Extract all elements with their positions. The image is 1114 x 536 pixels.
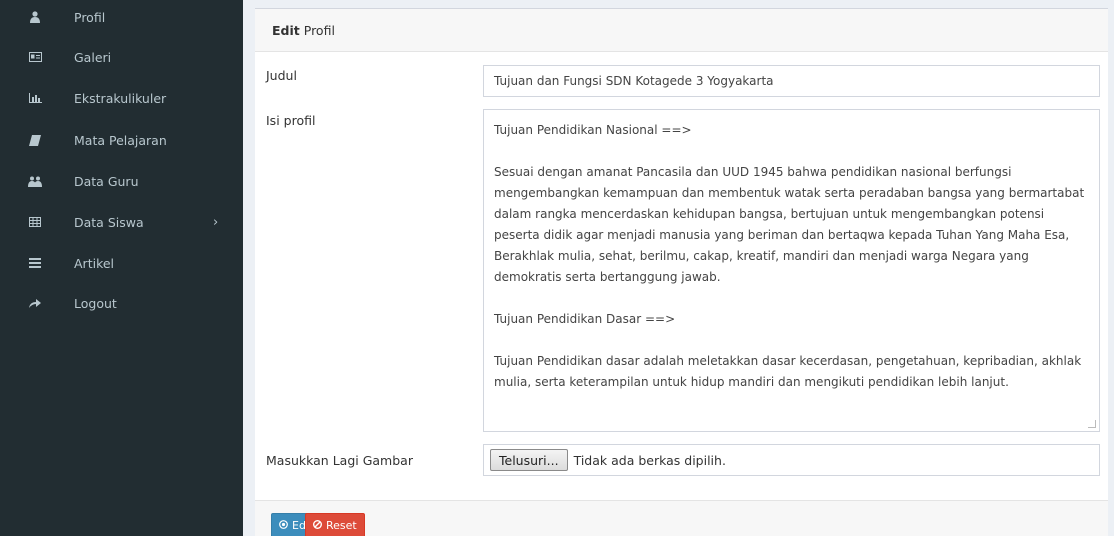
judul-label: Judul [266, 68, 297, 83]
sidebar-item-label: Ekstrakulikuler [74, 90, 167, 106]
box-title: Profil [303, 22, 335, 38]
edit-profil-box: Edit Profil Judul Tujuan dan Fungsi SDN … [255, 8, 1108, 536]
resize-grip-icon[interactable] [1088, 420, 1096, 428]
sidebar-item-data-guru[interactable]: Data Guru [0, 161, 243, 201]
check-circle-icon [279, 519, 288, 532]
sidebar-item-profil[interactable]: Profil [0, 0, 243, 37]
judul-value: Tujuan dan Fungsi SDN Kotagede 3 Yogyaka… [494, 74, 774, 88]
bar-chart-icon [28, 91, 42, 105]
reset-button-label: Reset [326, 519, 357, 532]
users-icon [28, 174, 42, 188]
sidebar-item-label: Data Guru [74, 173, 139, 189]
textarea-paragraph: Tujuan Pendidikan Nasional ==> [494, 123, 692, 137]
sidebar-item-data-siswa[interactable]: Data Siswa › [0, 202, 243, 242]
share-icon [28, 296, 42, 310]
gambar-label: Masukkan Lagi Gambar [266, 453, 413, 468]
sidebar: Profil Galeri Ekstrakulikuler Mata Pelaj… [0, 0, 243, 536]
sidebar-item-label: Data Siswa [74, 214, 144, 230]
sidebar-item-label: Logout [74, 295, 117, 311]
isi-profil-label: Isi profil [266, 113, 316, 128]
user-icon [28, 10, 42, 24]
textarea-paragraph: Tujuan Pendidikan Dasar ==> [494, 312, 676, 326]
gambar-file-input[interactable]: Telusuri... Tidak ada berkas dipilih. [483, 444, 1100, 476]
textarea-paragraph: Tujuan Pendidikan dasar adalah meletakka… [494, 354, 1082, 389]
sidebar-item-label: Mata Pelajaran [74, 132, 167, 148]
file-status: Tidak ada berkas dipilih. [573, 452, 726, 468]
ban-icon [313, 519, 322, 532]
list-icon [28, 256, 42, 270]
main-content: Edit Profil Judul Tujuan dan Fungsi SDN … [243, 0, 1114, 536]
judul-input[interactable]: Tujuan dan Fungsi SDN Kotagede 3 Yogyaka… [483, 65, 1100, 97]
sidebar-item-label: Profil [74, 9, 106, 25]
textarea-paragraph: Sesuai dengan amanat Pancasila dan UUD 1… [494, 165, 1085, 284]
sidebar-item-ekstrakulikuler[interactable]: Ekstrakulikuler [0, 78, 243, 118]
sidebar-item-logout[interactable]: Logout [0, 283, 243, 323]
box-title-bold: Edit [272, 22, 300, 38]
browse-button[interactable]: Telusuri... [490, 449, 568, 471]
reset-button[interactable]: Reset [305, 513, 365, 536]
box-footer: Edit Reset [255, 500, 1108, 536]
book-icon [28, 133, 42, 147]
sidebar-item-artikel[interactable]: Artikel [0, 243, 243, 283]
box-header: Edit Profil [255, 9, 1108, 52]
chevron-right-icon: › [213, 214, 219, 230]
isi-profil-textarea[interactable]: Tujuan Pendidikan Nasional ==> Sesuai de… [483, 109, 1100, 432]
table-icon [28, 215, 42, 229]
sidebar-item-label: Artikel [74, 255, 115, 271]
sidebar-item-mata-pelajaran[interactable]: Mata Pelajaran [0, 120, 243, 160]
id-card-icon [28, 50, 42, 64]
sidebar-item-label: Galeri [74, 49, 112, 65]
sidebar-item-galeri[interactable]: Galeri [0, 37, 243, 77]
